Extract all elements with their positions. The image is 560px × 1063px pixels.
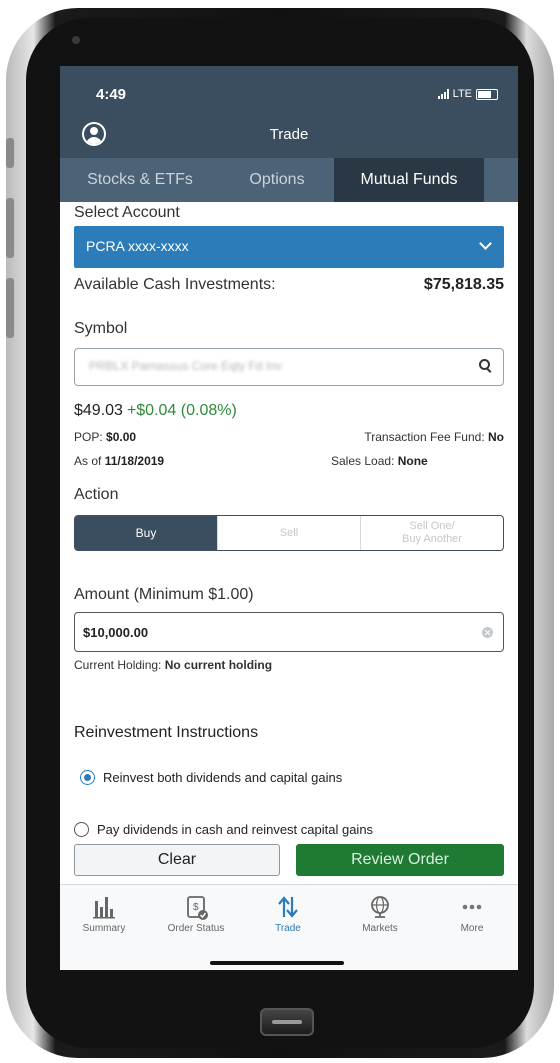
reinvest-option-both[interactable]: Reinvest both dividends and capital gain… <box>80 770 342 785</box>
quote-price: $49.03 <box>74 402 123 419</box>
action-sell-one-buy-another[interactable]: Sell One/Buy Another <box>360 516 503 550</box>
transaction-fee-value: No <box>488 430 504 444</box>
trade-arrows-icon <box>273 893 303 921</box>
sales-load-value: None <box>397 454 428 468</box>
more-dots-icon <box>457 893 487 921</box>
tab-overflow <box>484 158 518 202</box>
globe-icon <box>365 893 395 921</box>
pop-value: $0.00 <box>106 430 137 444</box>
clear-input-icon[interactable] <box>482 627 493 638</box>
tabbar-summary[interactable]: Summary <box>64 893 144 934</box>
amount-value: $10,000.00 <box>83 625 149 640</box>
transaction-fee-label: Transaction Fee Fund: <box>364 430 485 444</box>
tabbar-trade-label: Trade <box>275 923 301 934</box>
network-type: LTE <box>452 88 472 100</box>
radio-unselected-icon[interactable] <box>74 822 89 837</box>
reinvestment-label: Reinvestment Instructions <box>74 724 259 741</box>
home-indicator <box>210 961 344 965</box>
tab-options[interactable]: Options <box>220 158 334 202</box>
radio-selected-icon[interactable] <box>80 770 95 785</box>
sell-one-line1: Sell One/ <box>409 520 455 532</box>
app-screen: 4:49 LTE Trade Stocks & ETFs Options Mut… <box>60 66 518 970</box>
reinvest-option-pay-dividends[interactable]: Pay dividends in cash and reinvest capit… <box>74 822 373 837</box>
status-time: 4:49 <box>96 86 127 103</box>
as-of-label: As of <box>74 454 102 468</box>
as-of-row: As of 11/18/2019 <box>74 454 164 468</box>
current-holding-value: No current holding <box>164 658 273 672</box>
front-camera <box>72 36 80 44</box>
sales-load-row: Sales Load: None <box>331 454 428 468</box>
account-value: PCRA xxxx-xxxx <box>86 238 189 254</box>
symbol-value: PRBLX Parnassus Core Eqty Fd Inv <box>89 359 282 373</box>
signal-icon <box>437 89 449 99</box>
tabbar-more-label: More <box>460 923 484 934</box>
review-order-button[interactable]: Review Order <box>296 844 504 876</box>
home-button[interactable] <box>260 1008 314 1036</box>
tabbar-markets-label: Markets <box>362 923 398 934</box>
current-holding-label: Current Holding: <box>74 658 162 672</box>
available-cash-row: Available Cash Investments: $75,818.35 <box>74 276 504 294</box>
search-icon[interactable] <box>479 359 491 371</box>
tabbar-summary-label: Summary <box>82 923 126 934</box>
amount-label: Amount (Minimum $1.00) <box>74 586 254 603</box>
tabbar-trade[interactable]: Trade <box>248 893 328 934</box>
sell-one-label: Sell One/Buy Another <box>402 520 462 546</box>
tabbar-order-status-label: Order Status <box>167 923 225 934</box>
reinvest-option-both-label: Reinvest both dividends and capital gain… <box>103 770 343 785</box>
volume-down-button <box>6 278 14 338</box>
tab-mutual-funds[interactable]: Mutual Funds <box>334 158 484 202</box>
as-of-value: 11/18/2019 <box>104 454 165 468</box>
reinvest-option-pay-dividends-label: Pay dividends in cash and reinvest capit… <box>97 822 374 837</box>
trade-tabs: Stocks & ETFs Options Mutual Funds <box>60 158 518 202</box>
amount-input[interactable]: $10,000.00 <box>74 612 504 652</box>
quote-price-row: $49.03 +$0.04 (0.08%) <box>74 402 237 420</box>
tabbar-order-status[interactable]: $ Order Status <box>156 893 236 934</box>
action-segmented-control: Buy Sell Sell One/Buy Another <box>74 515 504 551</box>
pop-label: POP: <box>74 430 103 444</box>
battery-icon <box>476 88 498 100</box>
sales-load-label: Sales Load: <box>331 454 395 468</box>
clear-button[interactable]: Clear <box>74 844 280 876</box>
bar-chart-icon <box>89 893 119 921</box>
symbol-input[interactable]: PRBLX Parnassus Core Eqty Fd Inv <box>74 348 504 386</box>
action-sell[interactable]: Sell <box>217 516 360 550</box>
app-header: 4:49 LTE Trade Stocks & ETFs Options Mut… <box>60 66 518 202</box>
status-indicators: LTE <box>437 88 498 100</box>
mute-switch <box>6 138 14 168</box>
tabbar-more[interactable]: More <box>432 893 512 934</box>
quote-change: +$0.04 (0.08%) <box>126 402 237 419</box>
action-buy[interactable]: Buy <box>75 516 217 550</box>
available-cash-value: $75,818.35 <box>423 276 504 293</box>
current-holding-row: Current Holding: No current holding <box>74 658 272 672</box>
symbol-label: Symbol <box>74 320 128 337</box>
tabbar-markets[interactable]: Markets <box>340 893 420 934</box>
chevron-down-icon <box>479 237 492 250</box>
transaction-fee-row: Transaction Fee Fund: No <box>364 430 504 444</box>
action-label: Action <box>74 486 119 503</box>
select-account-label: Select Account <box>74 204 180 221</box>
account-dropdown[interactable]: PCRA xxxx-xxxx <box>74 226 504 268</box>
order-status-icon: $ <box>181 893 211 921</box>
tab-stocks-etfs[interactable]: Stocks & ETFs <box>60 158 220 202</box>
bottom-actions: Clear Review Order <box>60 838 518 884</box>
sell-one-line2: Buy Another <box>402 533 462 545</box>
pop-row: POP: $0.00 <box>74 430 136 444</box>
volume-up-button <box>6 198 14 258</box>
bottom-tab-bar: Summary $ Order Status Trade Markets Mor… <box>60 884 518 970</box>
svg-text:$: $ <box>193 902 199 913</box>
page-title: Trade <box>269 126 309 143</box>
available-cash-label: Available Cash Investments: <box>74 276 276 293</box>
